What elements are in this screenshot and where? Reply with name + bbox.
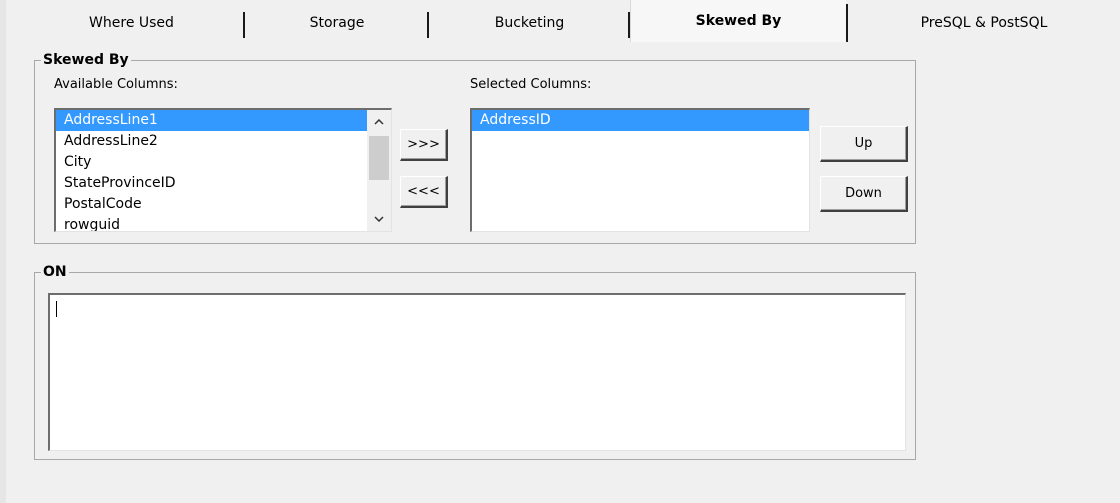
text-caret	[56, 301, 57, 317]
tab-label: PreSQL & PostSQL	[920, 15, 1048, 31]
available-column-item[interactable]: AddressLine2	[56, 131, 367, 152]
tab-strip: Where Used Storage Bucketing Skewed By P…	[0, 0, 1120, 42]
tab-bucketing[interactable]: Bucketing	[429, 4, 630, 42]
available-column-item[interactable]: PostalCode	[56, 194, 367, 215]
available-column-item[interactable]: City	[56, 152, 367, 173]
left-edge	[0, 0, 6, 503]
selected-column-item[interactable]: AddressID	[472, 110, 809, 131]
selected-columns-items: AddressID	[472, 110, 809, 131]
tab-label: Bucketing	[494, 15, 565, 31]
tab-label: Where Used	[89, 15, 174, 31]
available-column-item[interactable]: rowguid	[56, 215, 367, 231]
selected-columns-label: Selected Columns:	[470, 77, 592, 92]
selected-columns-list[interactable]: AddressID	[470, 108, 810, 232]
remove-column-button[interactable]: <<<	[400, 176, 448, 208]
scroll-up-button[interactable]	[367, 110, 391, 134]
up-button[interactable]: Up	[820, 126, 908, 162]
tab-presql-postsql[interactable]: PreSQL & PostSQL	[846, 4, 1120, 42]
add-column-button[interactable]: >>>	[400, 129, 448, 161]
chevron-up-icon	[374, 119, 384, 125]
tab-skewed-by[interactable]: Skewed By	[630, 0, 846, 42]
available-column-item[interactable]: AddressLine1	[56, 110, 367, 131]
available-columns-list[interactable]: AddressLine1 AddressLine2 City StateProvinc…	[54, 108, 392, 232]
skewed-by-group-title: Skewed By	[41, 52, 131, 68]
available-columns-label: Available Columns:	[54, 77, 178, 92]
available-column-item[interactable]: StateProvinceID	[56, 173, 367, 194]
tab-label: Skewed By	[695, 13, 782, 29]
scroll-thumb[interactable]	[369, 136, 389, 180]
tab-label: Storage	[309, 15, 365, 31]
chevron-down-icon	[374, 216, 384, 222]
on-group-title: ON	[41, 264, 69, 280]
scroll-down-button[interactable]	[367, 207, 391, 231]
available-columns-items: AddressLine1 AddressLine2 City StateProvinc…	[56, 110, 367, 231]
down-button[interactable]: Down	[820, 176, 908, 212]
tab-where-used[interactable]: Where Used	[18, 4, 245, 42]
available-columns-scrollbar[interactable]	[367, 110, 391, 231]
on-text-area[interactable]	[48, 293, 906, 451]
tab-storage[interactable]: Storage	[245, 4, 429, 42]
